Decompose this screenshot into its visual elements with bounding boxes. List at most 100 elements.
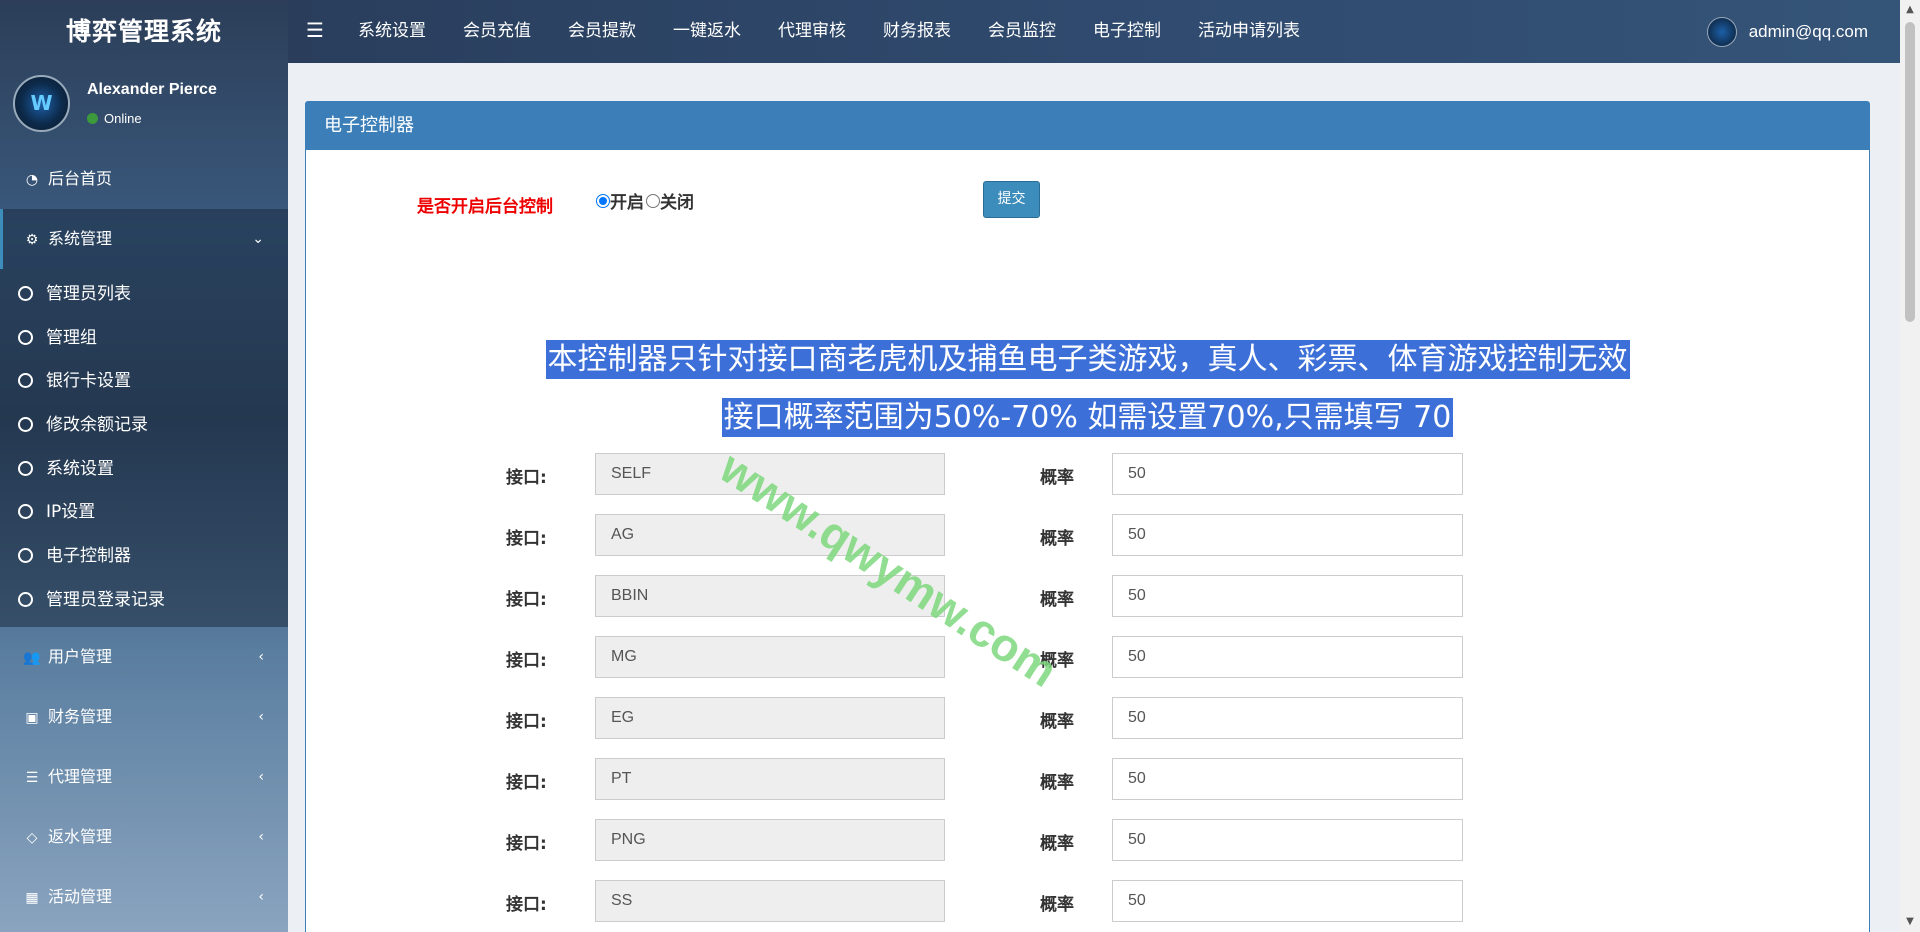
submenu-item-login-log[interactable]: 管理员登录记录: [0, 579, 288, 623]
top-navbar: ☰ 系统设置 会员充值 会员提款 一键返水 代理审核 财务报表 会员监控 电子控…: [288, 0, 1900, 63]
submit-button[interactable]: 提交: [983, 181, 1040, 218]
scroll-thumb[interactable]: [1905, 22, 1915, 322]
interface-row: 接口: PNG 概率 50: [306, 819, 1869, 861]
topnav-one-click-rebate[interactable]: 一键返水: [673, 0, 741, 63]
top-nav-links: 系统设置 会员充值 会员提款 一键返水 代理审核 财务报表 会员监控 电子控制 …: [358, 0, 1337, 63]
interface-row: 接口: SELF 概率 50: [306, 453, 1869, 495]
submenu-item-ip-settings[interactable]: IP设置: [0, 491, 288, 535]
sidebar-item-label: 活动管理: [48, 886, 113, 906]
interface-field: PT: [595, 758, 945, 800]
probability-input[interactable]: 50: [1112, 575, 1463, 617]
probability-label: 概率: [1040, 773, 1074, 793]
sidebar-item-label: 代理管理: [48, 766, 113, 786]
main-content: 电子控制器 是否开启后台控制 开启 关闭 提交 本控制器只针对接口商老虎机及捕鱼…: [288, 63, 1900, 932]
sidebar-item-agents[interactable]: ☰ 代理管理 ‹: [0, 747, 288, 807]
circle-icon: [18, 417, 33, 433]
user-menu[interactable]: admin@qq.com: [1706, 16, 1868, 48]
submenu-item-bank-card[interactable]: 银行卡设置: [0, 360, 288, 404]
submenu-label: IP设置: [46, 502, 96, 523]
probability-input[interactable]: 50: [1112, 819, 1463, 861]
notice-line-2: 接口概率范围为50%-70% 如需设置70%,只需填写 70: [306, 392, 1869, 437]
user-avatar: [13, 75, 70, 132]
submenu-item-e-controller[interactable]: 电子控制器: [0, 535, 288, 579]
radio-disable-label[interactable]: 关闭: [660, 188, 694, 213]
sidebar-item-label: 用户管理: [48, 646, 113, 666]
online-dot-icon: [87, 113, 98, 124]
submenu-item-system-settings[interactable]: 系统设置: [0, 448, 288, 492]
radio-enable[interactable]: [596, 193, 610, 208]
interface-row: 接口: PT 概率 50: [306, 758, 1869, 800]
chevron-left-icon: ‹: [258, 768, 264, 785]
topnav-activity-apply-list[interactable]: 活动申请列表: [1198, 0, 1300, 63]
interface-label: 接口:: [506, 712, 547, 732]
list-icon: ☰: [25, 769, 39, 786]
topnav-system-settings[interactable]: 系统设置: [358, 0, 426, 63]
chevron-left-icon: ‹: [258, 648, 264, 665]
probability-input[interactable]: 50: [1112, 758, 1463, 800]
submenu-item-admin-list[interactable]: 管理员列表: [0, 273, 288, 317]
probability-label: 概率: [1040, 468, 1074, 488]
interface-field: SS: [595, 880, 945, 922]
chevron-left-icon: ‹: [258, 708, 264, 725]
probability-input[interactable]: 50: [1112, 636, 1463, 678]
sidebar-item-label: 返水管理: [48, 826, 113, 846]
submenu-label: 管理员登录记录: [46, 589, 165, 610]
sidebar: 博弈管理系统 Alexander Pierce Online ◔ 后台首页 ⚙ 系统…: [0, 0, 288, 932]
scroll-up-arrow-icon[interactable]: ▲: [1900, 2, 1920, 18]
circle-icon: [18, 548, 33, 564]
sidebar-item-dashboard[interactable]: ◔ 后台首页: [0, 149, 288, 209]
user-panel: Alexander Pierce Online: [0, 63, 288, 149]
probability-label: 概率: [1040, 712, 1074, 732]
code-icon: ◇: [26, 829, 38, 846]
topnav-member-withdraw[interactable]: 会员提款: [568, 0, 636, 63]
sidebar-item-finance[interactable]: ▣ 财务管理 ‹: [0, 687, 288, 747]
user-email: admin@qq.com: [1748, 22, 1868, 41]
interface-label: 接口:: [506, 468, 547, 488]
probability-input[interactable]: 50: [1112, 453, 1463, 495]
sidebar-item-label: 财务管理: [48, 706, 113, 726]
gear-icon: ⚙: [25, 232, 39, 248]
interface-field: MG: [595, 636, 945, 678]
users-icon: 👥: [23, 649, 41, 666]
submenu-item-balance-log[interactable]: 修改余额记录: [0, 404, 288, 448]
submenu-label: 修改余额记录: [46, 415, 148, 436]
probability-label: 概率: [1040, 834, 1074, 854]
page-scrollbar[interactable]: ▲ ▼: [1900, 0, 1920, 932]
sidebar-item-system[interactable]: ⚙ 系统管理 ⌄: [0, 209, 288, 269]
sidebar-item-activity[interactable]: ▦ 活动管理 ‹: [0, 867, 288, 927]
chevron-down-icon: ⌄: [252, 231, 264, 247]
topnav-member-monitor[interactable]: 会员监控: [988, 0, 1056, 63]
interface-field: BBIN: [595, 575, 945, 617]
sidebar-item-users[interactable]: 👥 用户管理 ‹: [0, 627, 288, 687]
radio-enable-label[interactable]: 开启: [610, 188, 644, 213]
topnav-agent-review[interactable]: 代理审核: [778, 0, 846, 63]
submenu-item-admin-group[interactable]: 管理组: [0, 317, 288, 361]
user-status: Online: [87, 111, 142, 126]
chevron-left-icon: ‹: [258, 828, 264, 845]
interface-field: PNG: [595, 819, 945, 861]
money-icon: ▣: [25, 709, 39, 726]
notice-line-1: 本控制器只针对接口商老虎机及捕鱼电子类游戏，真人、彩票、体育游戏控制无效: [306, 334, 1869, 379]
probability-label: 概率: [1040, 590, 1074, 610]
topnav-e-control[interactable]: 电子控制: [1093, 0, 1161, 63]
app-logo-title[interactable]: 博弈管理系统: [0, 0, 288, 63]
user-name: Alexander Pierce: [87, 81, 217, 98]
radio-disable[interactable]: [646, 193, 660, 208]
interface-field: SELF: [595, 453, 945, 495]
hamburger-menu-icon[interactable]: ☰: [306, 18, 324, 42]
circle-icon: [18, 591, 33, 607]
interface-row: 接口: BBIN 概率 50: [306, 575, 1869, 617]
scroll-down-arrow-icon[interactable]: ▼: [1900, 914, 1920, 930]
sidebar-item-rebate[interactable]: ◇ 返水管理 ‹: [0, 807, 288, 867]
topnav-member-deposit[interactable]: 会员充值: [463, 0, 531, 63]
submenu-label: 管理组: [46, 327, 97, 348]
interface-label: 接口:: [506, 834, 547, 854]
panel-title: 电子控制器: [306, 102, 1869, 150]
topnav-finance-report[interactable]: 财务报表: [883, 0, 951, 63]
circle-icon: [18, 286, 33, 301]
probability-input[interactable]: 50: [1112, 514, 1463, 556]
interface-row: 接口: SS 概率 50: [306, 880, 1869, 922]
probability-input[interactable]: 50: [1112, 697, 1463, 739]
interface-label: 接口:: [506, 773, 547, 793]
probability-input[interactable]: 50: [1112, 880, 1463, 922]
